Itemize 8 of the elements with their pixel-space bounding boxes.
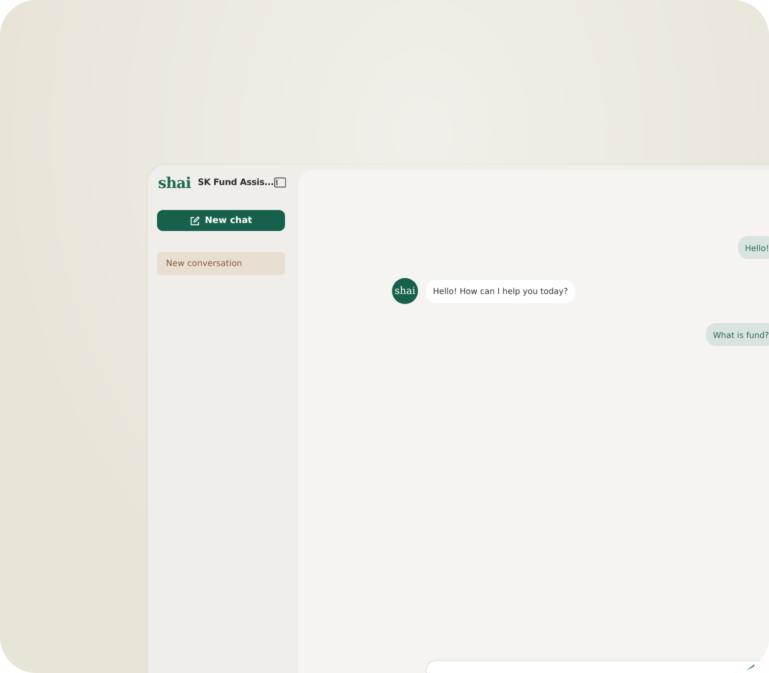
new-chat-button[interactable]: New chat — [157, 210, 285, 231]
assistant-message: Hello! How can I help you today? — [426, 280, 576, 302]
assistant-avatar: shai — [392, 278, 418, 304]
conversation-item[interactable]: New conversation — [157, 252, 285, 275]
logo: shai — [158, 174, 191, 192]
user-message: What is fund? — [706, 323, 769, 346]
user-message: Hello! — [738, 236, 769, 259]
app-title: SK Fund Assis... — [198, 178, 274, 188]
